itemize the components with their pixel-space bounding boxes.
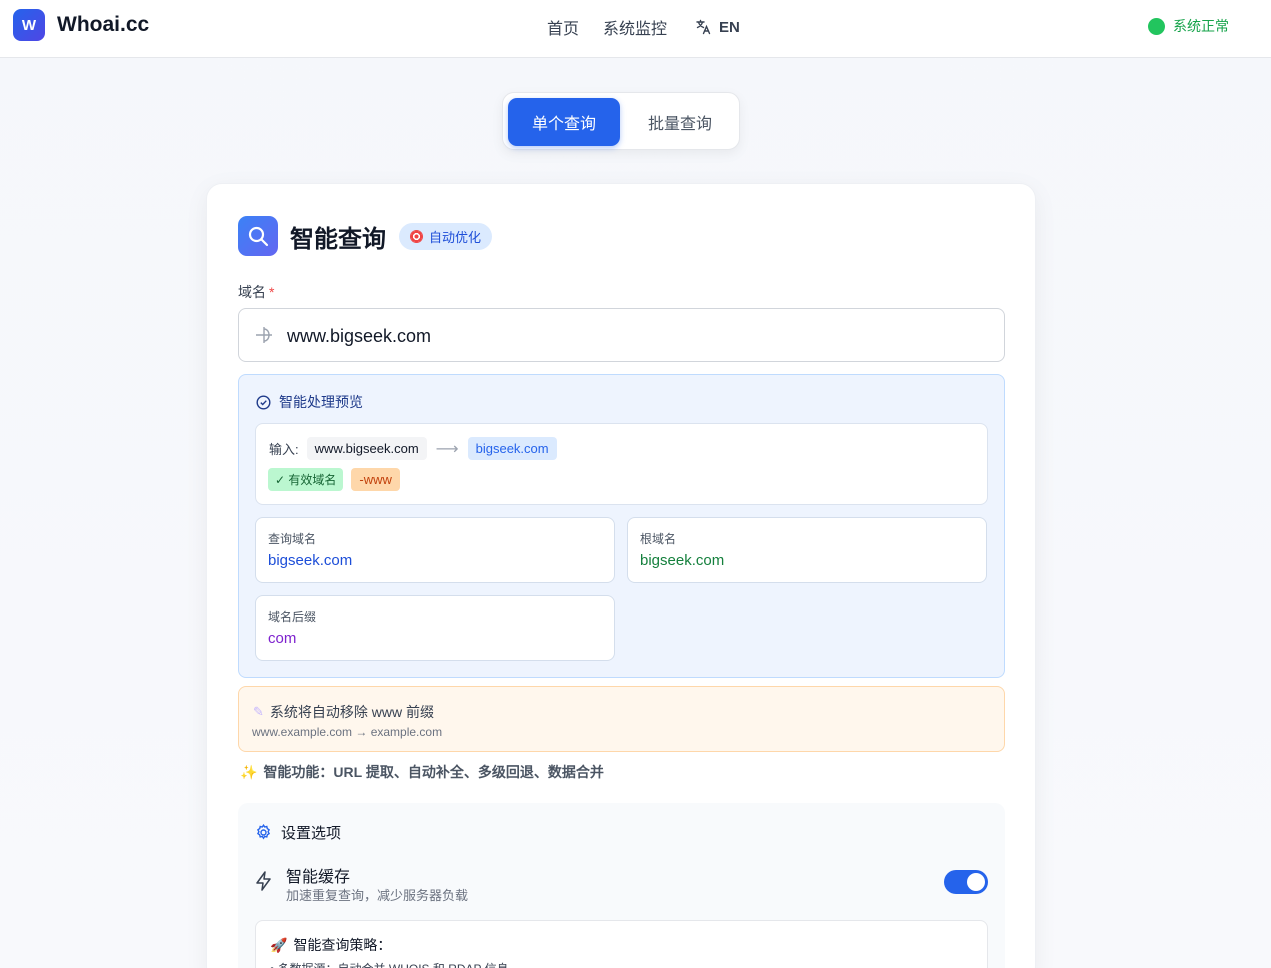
wand-icon: ✎	[253, 704, 264, 719]
suffix-label: 域名后缀	[268, 610, 317, 624]
sparkle-icon: ✨	[240, 763, 258, 780]
root-domain-value: bigseek.com	[640, 552, 725, 569]
required-mark: *	[269, 284, 275, 300]
logo[interactable]: W Whoai.cc	[13, 9, 149, 41]
features-text: 智能功能：URL 提取、自动补全、多级回退、数据合并	[263, 764, 604, 780]
domain-label-text: 域名	[238, 284, 266, 300]
suffix-box: 域名后缀 com	[255, 595, 615, 661]
system-status: 系统正常	[1148, 16, 1229, 36]
tab-single-query[interactable]: 单个查询	[508, 98, 620, 146]
strategy-title: 🚀 智能查询策略：	[270, 935, 391, 955]
toggle-knob	[967, 873, 985, 891]
nav-home-link[interactable]: 首页	[547, 15, 579, 39]
language-label: EN	[719, 18, 740, 36]
status-text: 系统正常	[1173, 18, 1229, 34]
www-notice: ✎ 系统将自动移除 www 前缀 www.example.com → exampl…	[238, 686, 1005, 752]
root-domain-label: 根域名	[640, 532, 677, 546]
query-domain-label: 查询域名	[268, 532, 317, 546]
cache-description: 加速重复查询，减少服务器负载	[286, 888, 469, 903]
io-tags: ✓ 有效域名 -www	[268, 468, 400, 491]
logo-mark: W	[13, 9, 45, 41]
globe-icon	[256, 327, 272, 343]
smart-cache-row: 智能缓存 加速重复查询，减少服务器负载	[255, 861, 988, 905]
tab-batch-query[interactable]: 批量查询	[624, 98, 736, 146]
auto-optimize-badge: 自动优化	[399, 222, 493, 250]
preview-title: 智能处理预览	[256, 392, 363, 412]
target-icon	[410, 229, 423, 243]
domain-field-label: 域名 *	[238, 282, 274, 302]
domain-input-wrapper	[238, 308, 1005, 362]
nav-monitor-link[interactable]: 系统监控	[603, 15, 667, 39]
query-mode-tabs: 单个查询 批量查询	[502, 92, 740, 150]
lightning-icon	[256, 871, 271, 891]
input-label: 输入:	[269, 442, 299, 457]
strategy-box: 🚀 智能查询策略： • 多数据源：自动合并 WHOIS 和 RDAP 信息	[255, 920, 988, 968]
suffix-value: com	[268, 630, 297, 647]
input-chip: www.bigseek.com	[306, 437, 427, 460]
output-chip: bigseek.com	[467, 437, 557, 460]
strategy-title-text: 智能查询策略：	[293, 937, 392, 953]
main-nav: 首页 系统监控 EN	[547, 15, 740, 39]
notice-text: 系统将自动移除 www 前缀	[269, 704, 435, 720]
smart-preview-panel: 智能处理预览 输入: www.bigseek.com ⟶ bigseek.com…	[238, 374, 1005, 678]
status-dot-icon	[1148, 17, 1165, 35]
rocket-icon: 🚀	[270, 936, 288, 953]
strategy-item: • 多数据源：自动合并 WHOIS 和 RDAP 信息	[270, 960, 509, 968]
top-header: W Whoai.cc 首页 系统监控 EN 系统正常	[0, 0, 1271, 58]
card-title: 智能查询	[290, 225, 386, 253]
query-domain-box: 查询域名 bigseek.com	[255, 517, 615, 583]
language-switch[interactable]: EN	[695, 19, 740, 36]
www-removed-tag: -www	[351, 468, 400, 491]
query-card: 智能查询 自动优化 域名* 智能处理预览 输入: www.bigseek.com…	[206, 183, 1036, 968]
notice-line2: www.example.com → example.com	[252, 725, 443, 739]
io-row: 输入: www.bigseek.com ⟶ bigseek.com	[269, 437, 557, 460]
features-line: ✨ 智能功能：URL 提取、自动补全、多级回退、数据合并	[240, 762, 604, 782]
search-icon	[238, 216, 278, 256]
domain-input[interactable]	[287, 319, 987, 353]
check-circle-icon	[256, 394, 271, 410]
cache-title: 智能缓存	[286, 869, 351, 886]
cache-toggle[interactable]	[944, 870, 988, 894]
brand-name: Whoai.cc	[57, 13, 150, 36]
root-domain-box: 根域名 bigseek.com	[627, 517, 987, 583]
valid-domain-tag: ✓ 有效域名	[268, 468, 344, 491]
gear-icon	[256, 824, 271, 840]
settings-panel: 设置选项 智能缓存 加速重复查询，减少服务器负载 🚀 智能查询策略： • 多数据源…	[238, 803, 1005, 968]
query-domain-value: bigseek.com	[268, 552, 353, 569]
translate-icon	[696, 19, 711, 35]
notice-line1: ✎ 系统将自动移除 www 前缀	[253, 702, 434, 722]
settings-title: 设置选项	[255, 822, 341, 843]
arrow-right-icon: ⟶	[435, 440, 459, 458]
settings-title-text: 设置选项	[281, 825, 342, 842]
input-output-box: 输入: www.bigseek.com ⟶ bigseek.com ✓ 有效域名…	[255, 423, 988, 505]
preview-title-text: 智能处理预览	[279, 394, 363, 410]
card-header: 智能查询 自动优化	[238, 216, 493, 256]
auto-optimize-label: 自动优化	[429, 229, 482, 245]
